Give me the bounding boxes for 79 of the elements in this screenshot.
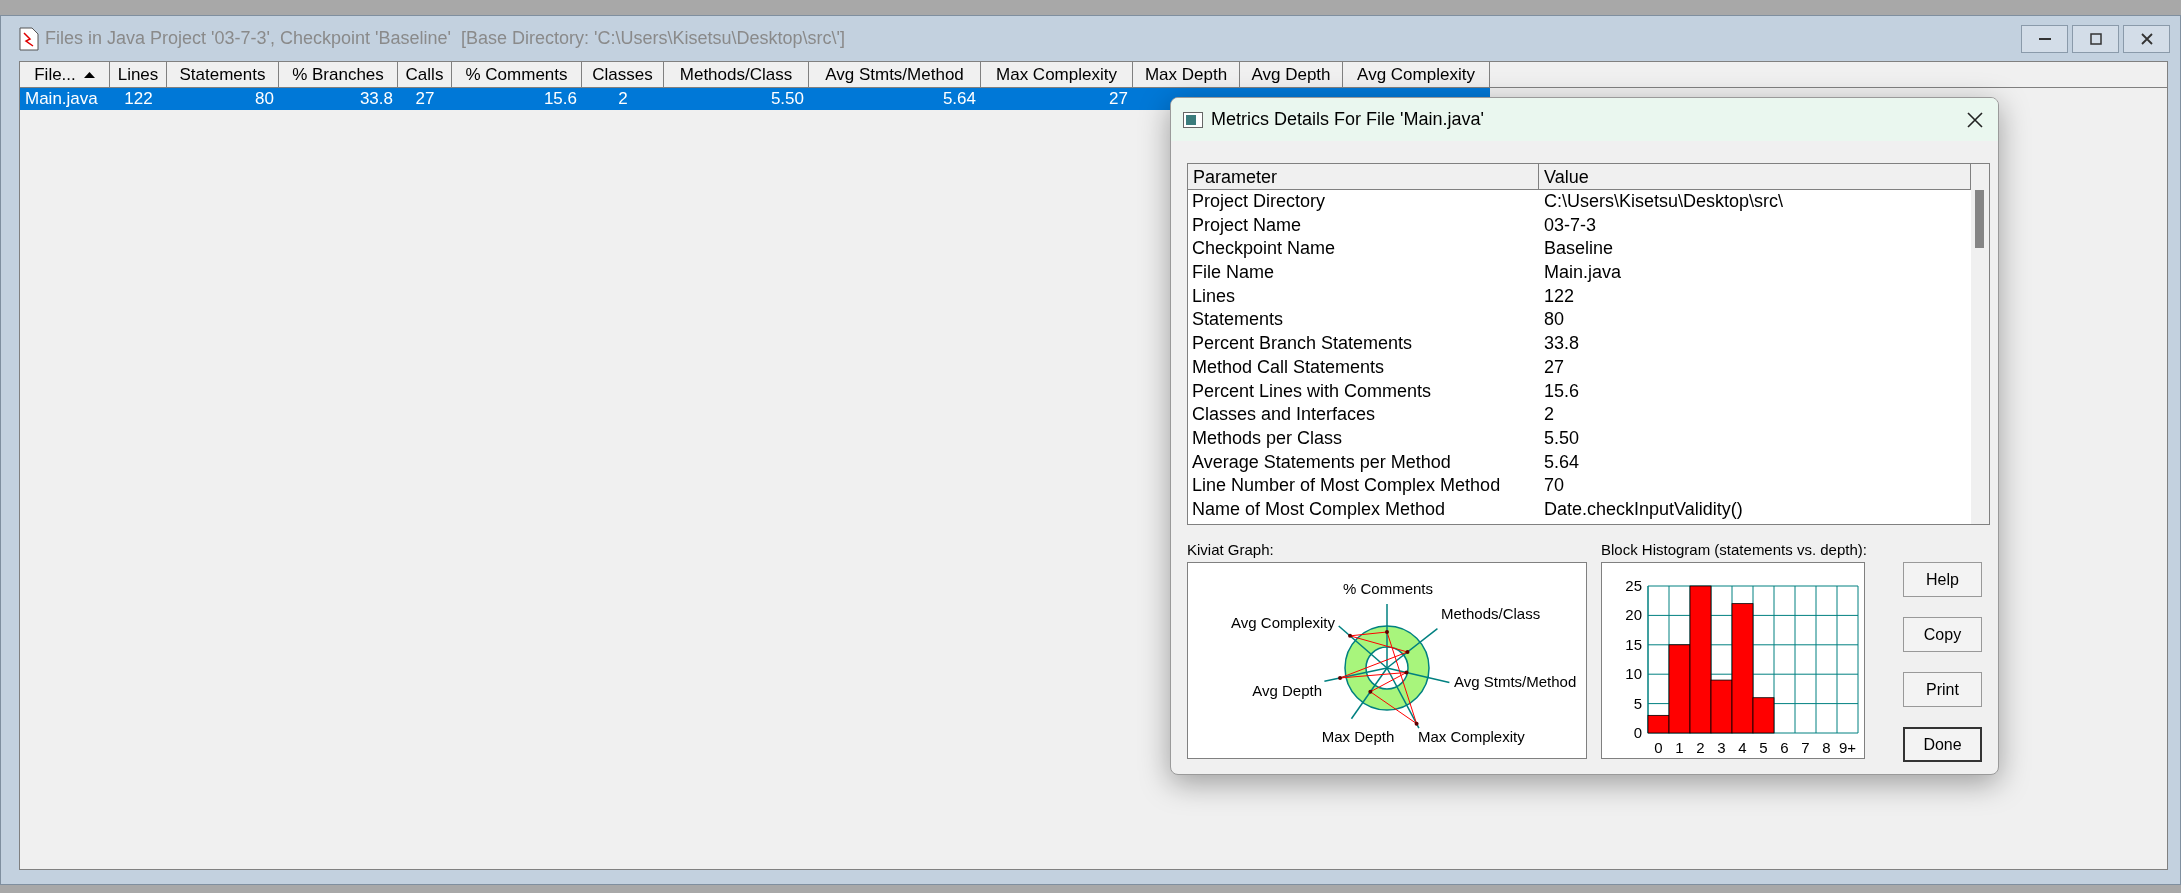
axis-tick-label: 15	[1625, 635, 1642, 653]
column-header[interactable]: Parameter	[1188, 164, 1540, 190]
axis-tick-label: 9+	[1838, 739, 1857, 756]
table-cell-text: Lines	[1191, 284, 1237, 308]
table-cell-text: 70	[1543, 474, 1566, 498]
table-cell-text: 122	[1543, 284, 1576, 308]
table-cell-text: Percent Branch Statements	[1191, 332, 1414, 356]
maximize-icon	[2087, 32, 2104, 45]
table-cell-text: Classes and Interfaces	[1191, 403, 1377, 427]
close-icon	[1967, 111, 1983, 128]
axis-tick-label: 1	[1675, 739, 1684, 756]
dialog-button[interactable]: Done	[1903, 727, 1982, 762]
table-cell-text: 27	[1543, 355, 1566, 379]
table-cell-text: Average Statements per Method	[1191, 450, 1452, 474]
axis-label: Max Depth	[1321, 728, 1395, 745]
axis-label: Avg Complexity	[1231, 614, 1335, 631]
document-icon	[19, 26, 39, 51]
window-title: Files in Java Project '03-7-3', Checkpoint 'Baseline' [Base Directory: 'C:\Users\Kisetsu\Desktop\src\']	[45, 27, 845, 50]
axis-tick-label: 3	[1717, 739, 1726, 756]
app-icon	[1183, 111, 1203, 128]
axis-label: % Comments	[1343, 580, 1433, 597]
table-cell-text: Main.java	[1543, 261, 1623, 285]
axis-tick-label: 25	[1625, 577, 1642, 594]
axis-tick-label: 5	[1633, 694, 1642, 712]
axis-label: Avg Stmts/Method	[1454, 673, 1577, 690]
axis-tick-label: 7	[1801, 739, 1810, 756]
table-cell-text: 27	[414, 88, 436, 110]
table-cell-text: Checkpoint Name	[1191, 237, 1337, 261]
table-cell-text: 122	[123, 88, 154, 110]
table-cell-text: C:\Users\Kisetsu\Desktop\src\	[1543, 190, 1785, 213]
table-cell-text: Method Call Statements	[1191, 355, 1386, 379]
axis-tick-label: 8	[1822, 739, 1831, 756]
close-icon	[2138, 32, 2155, 45]
histogram-label: Block Histogram (statements vs. depth):	[1601, 540, 1865, 558]
table-cell-text: 27	[1108, 88, 1129, 110]
table-cell-text: Line Number of Most Complex Method	[1191, 474, 1502, 498]
table-cell-text: Methods per Class	[1191, 426, 1344, 450]
table-cell-text: 80	[254, 88, 275, 110]
dialog-button[interactable]: Print	[1903, 672, 1982, 707]
table-cell-text: 5.50	[769, 88, 805, 110]
table-cell-text: Name of Most Complex Method	[1191, 497, 1447, 521]
table-cell-text: Statements	[1191, 308, 1285, 332]
axis-tick-label: 10	[1625, 665, 1642, 683]
table-cell-text: Baseline	[1543, 237, 1615, 261]
close-button[interactable]	[2123, 24, 2170, 53]
table-cell-text: 80	[1543, 308, 1566, 332]
table-cell-text: 15.6	[542, 88, 578, 110]
table-cell-text: Percent Lines with Comments	[1191, 379, 1433, 403]
table-cell-text: 2	[1543, 403, 1555, 427]
dialog-button[interactable]: Copy	[1903, 617, 1982, 652]
dialog-button[interactable]: Help	[1903, 562, 1982, 597]
table-cell-text: Date.checkInputValidity()	[1543, 497, 1744, 521]
axis-tick-label: 4	[1738, 739, 1747, 756]
table-cell-text: 5.50	[1543, 426, 1581, 450]
maximize-button[interactable]	[2072, 24, 2119, 53]
axis-label: Max Complexity	[1418, 728, 1525, 745]
table-cell-text: 33.8	[1543, 332, 1581, 356]
kiviat-label: Kiviat Graph:	[1187, 540, 1275, 558]
table-cell-text: 03-7-3	[1543, 213, 1598, 237]
sort-up-icon	[83, 71, 95, 78]
table-cell-text: Main.java	[24, 88, 99, 110]
table-cell-text: 5.64	[941, 88, 977, 110]
axis-tick-label: 0	[1654, 739, 1663, 756]
table-cell-text: 15.6	[1543, 379, 1581, 403]
axis-tick-label: 6	[1780, 739, 1789, 756]
axis-tick-label: 20	[1625, 606, 1642, 624]
axis-tick-label: 5	[1759, 739, 1768, 756]
table-cell-text: Project Name	[1191, 213, 1303, 237]
axis-tick-label: 0	[1633, 724, 1642, 741]
table-cell-text: 5.64	[1543, 450, 1581, 474]
axis-label: Methods/Class	[1441, 605, 1541, 622]
dialog-title: Metrics Details For File 'Main.java'	[1211, 108, 1484, 131]
axis-tick-label: 2	[1696, 739, 1705, 756]
column-header[interactable]: Value	[1539, 164, 1971, 190]
table-cell-text: Project Directory	[1191, 190, 1327, 213]
axis-label: Avg Depth	[1252, 682, 1322, 699]
table-cell-text: 33.8	[358, 88, 394, 110]
table-cell-text: File Name	[1191, 261, 1276, 285]
table-cell-text: 2	[617, 88, 629, 110]
